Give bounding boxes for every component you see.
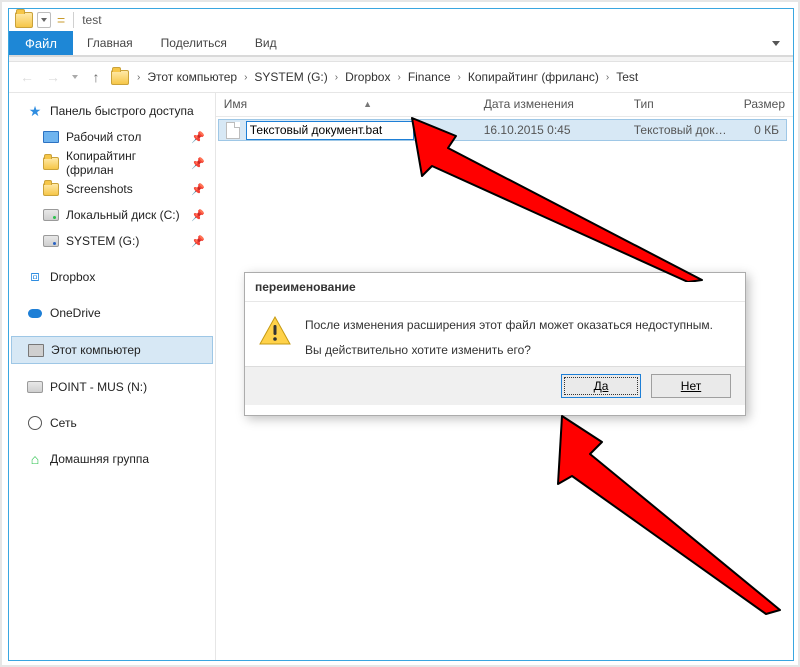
ribbon-collapse[interactable] — [759, 31, 793, 55]
nav-network[interactable]: Сеть — [9, 410, 215, 436]
crumb-copywriting[interactable]: Копирайтинг (фриланс) — [465, 70, 602, 84]
crumb-system-g[interactable]: SYSTEM (G:) — [251, 70, 330, 84]
star-icon: ★ — [27, 103, 43, 119]
nav-label: Dropbox — [50, 270, 95, 284]
title-bar: = test — [9, 9, 793, 31]
qat-dropdown-icon[interactable] — [37, 12, 51, 28]
file-type: Текстовый доку… — [627, 123, 737, 137]
chevron-right-icon[interactable]: › — [393, 72, 404, 83]
nav-point-mus[interactable]: POINT - MUS (N:) — [9, 374, 215, 400]
window-title: test — [80, 13, 101, 27]
col-date[interactable]: Дата изменения — [476, 97, 626, 111]
crumb-finance[interactable]: Finance — [405, 70, 454, 84]
pc-icon — [28, 344, 44, 357]
dialog-message: После изменения расширения этот файл мож… — [305, 316, 713, 360]
file-row[interactable]: 16.10.2015 0:45 Текстовый доку… 0 КБ — [218, 119, 787, 141]
tab-share[interactable]: Поделиться — [147, 31, 241, 55]
rename-warning-dialog: переименование После изменения расширени… — [244, 272, 746, 416]
nav-up-button[interactable]: ↑ — [87, 68, 105, 86]
file-date: 16.10.2015 0:45 — [477, 123, 627, 137]
nav-copywriting[interactable]: Копирайтинг (фрилан 📌 — [9, 150, 215, 176]
col-name-label: Имя — [224, 97, 247, 111]
nav-quick-access[interactable]: ★ Панель быстрого доступа — [9, 98, 215, 124]
file-size: 0 КБ — [737, 123, 786, 137]
nav-label: Домашняя группа — [50, 452, 149, 466]
crumb-this-pc[interactable]: Этот компьютер — [144, 70, 240, 84]
nav-dropbox[interactable]: ⧈ Dropbox — [9, 264, 215, 290]
sort-asc-icon: ▲ — [363, 99, 372, 109]
nav-label: Screenshots — [66, 182, 133, 196]
nav-label: Сеть — [50, 416, 77, 430]
nav-onedrive[interactable]: OneDrive — [9, 300, 215, 326]
dialog-yes-button[interactable]: Да — [561, 374, 641, 398]
folder-icon — [43, 183, 59, 196]
tab-file[interactable]: Файл — [9, 31, 73, 55]
nav-forward-button[interactable]: → — [43, 67, 63, 87]
nav-label: SYSTEM (G:) — [66, 234, 139, 248]
tab-home[interactable]: Главная — [73, 31, 147, 55]
warning-icon — [259, 316, 291, 346]
breadcrumb[interactable]: › Этот компьютер › SYSTEM (G:) › Dropbox… — [111, 70, 785, 85]
tab-view[interactable]: Вид — [241, 31, 291, 55]
chevron-right-icon[interactable]: › — [331, 72, 342, 83]
nav-label: Локальный диск (C:) — [66, 208, 180, 222]
breadcrumb-folder-icon — [111, 70, 129, 85]
pin-icon: 📌 — [191, 183, 205, 196]
network-icon — [28, 416, 42, 430]
nav-label: Копирайтинг (фрилан — [66, 149, 184, 177]
folder-icon — [43, 157, 59, 170]
qat-properties-icon[interactable]: = — [55, 13, 67, 27]
dialog-line-1: После изменения расширения этот файл мож… — [305, 316, 713, 335]
nav-label: Рабочий стол — [66, 130, 141, 144]
nav-label: OneDrive — [50, 306, 101, 320]
column-headers: Имя ▲ Дата изменения Тип Размер — [216, 92, 793, 117]
crumb-test[interactable]: Test — [613, 70, 641, 84]
separator — [73, 12, 74, 28]
pin-icon: 📌 — [191, 235, 205, 248]
nav-back-button[interactable]: ← — [17, 67, 37, 87]
drive-icon — [27, 381, 43, 393]
onedrive-icon — [28, 309, 42, 318]
nav-label: Панель быстрого доступа — [50, 104, 194, 118]
navigation-pane: ★ Панель быстрого доступа Рабочий стол 📌… — [9, 92, 216, 660]
chevron-right-icon[interactable]: › — [602, 72, 613, 83]
col-type[interactable]: Тип — [626, 97, 736, 111]
nav-this-pc[interactable]: Этот компьютер — [11, 336, 213, 364]
dropbox-icon: ⧈ — [27, 269, 43, 285]
nav-history-dropdown[interactable] — [69, 75, 81, 79]
dialog-yes-label: Да — [594, 379, 609, 393]
dialog-line-2: Вы действительно хотите изменить его? — [305, 341, 713, 360]
dialog-no-label: Нет — [681, 379, 701, 393]
homegroup-icon: ⌂ — [27, 451, 43, 467]
nav-label: Этот компьютер — [51, 343, 141, 357]
desktop-icon — [43, 131, 59, 143]
rename-input[interactable] — [246, 121, 414, 140]
dialog-no-button[interactable]: Нет — [651, 374, 731, 398]
crumb-dropbox[interactable]: Dropbox — [342, 70, 393, 84]
drive-icon — [43, 209, 59, 221]
pin-icon: 📌 — [191, 157, 205, 170]
drive-icon — [43, 235, 59, 247]
pin-icon: 📌 — [191, 209, 205, 222]
nav-system-g[interactable]: SYSTEM (G:) 📌 — [9, 228, 215, 254]
text-document-icon — [226, 122, 240, 139]
nav-screenshots[interactable]: Screenshots 📌 — [9, 176, 215, 202]
dialog-button-row: Да Нет — [245, 366, 745, 405]
chevron-right-icon[interactable]: › — [454, 72, 465, 83]
chevron-right-icon[interactable]: › — [133, 72, 144, 83]
nav-local-c[interactable]: Локальный диск (C:) 📌 — [9, 202, 215, 228]
nav-desktop[interactable]: Рабочий стол 📌 — [9, 124, 215, 150]
nav-label: POINT - MUS (N:) — [50, 380, 147, 394]
chevron-right-icon[interactable]: › — [240, 72, 251, 83]
address-bar: ← → ↑ › Этот компьютер › SYSTEM (G:) › D… — [9, 62, 793, 92]
nav-homegroup[interactable]: ⌂ Домашняя группа — [9, 446, 215, 472]
app-folder-icon — [15, 12, 33, 28]
pin-icon: 📌 — [191, 131, 205, 144]
dialog-title: переименование — [245, 273, 745, 302]
col-size[interactable]: Размер — [736, 97, 793, 111]
ribbon-tabs: Файл Главная Поделиться Вид — [9, 31, 793, 57]
col-name[interactable]: Имя ▲ — [216, 97, 476, 111]
quick-access-toolbar: = — [9, 12, 67, 28]
